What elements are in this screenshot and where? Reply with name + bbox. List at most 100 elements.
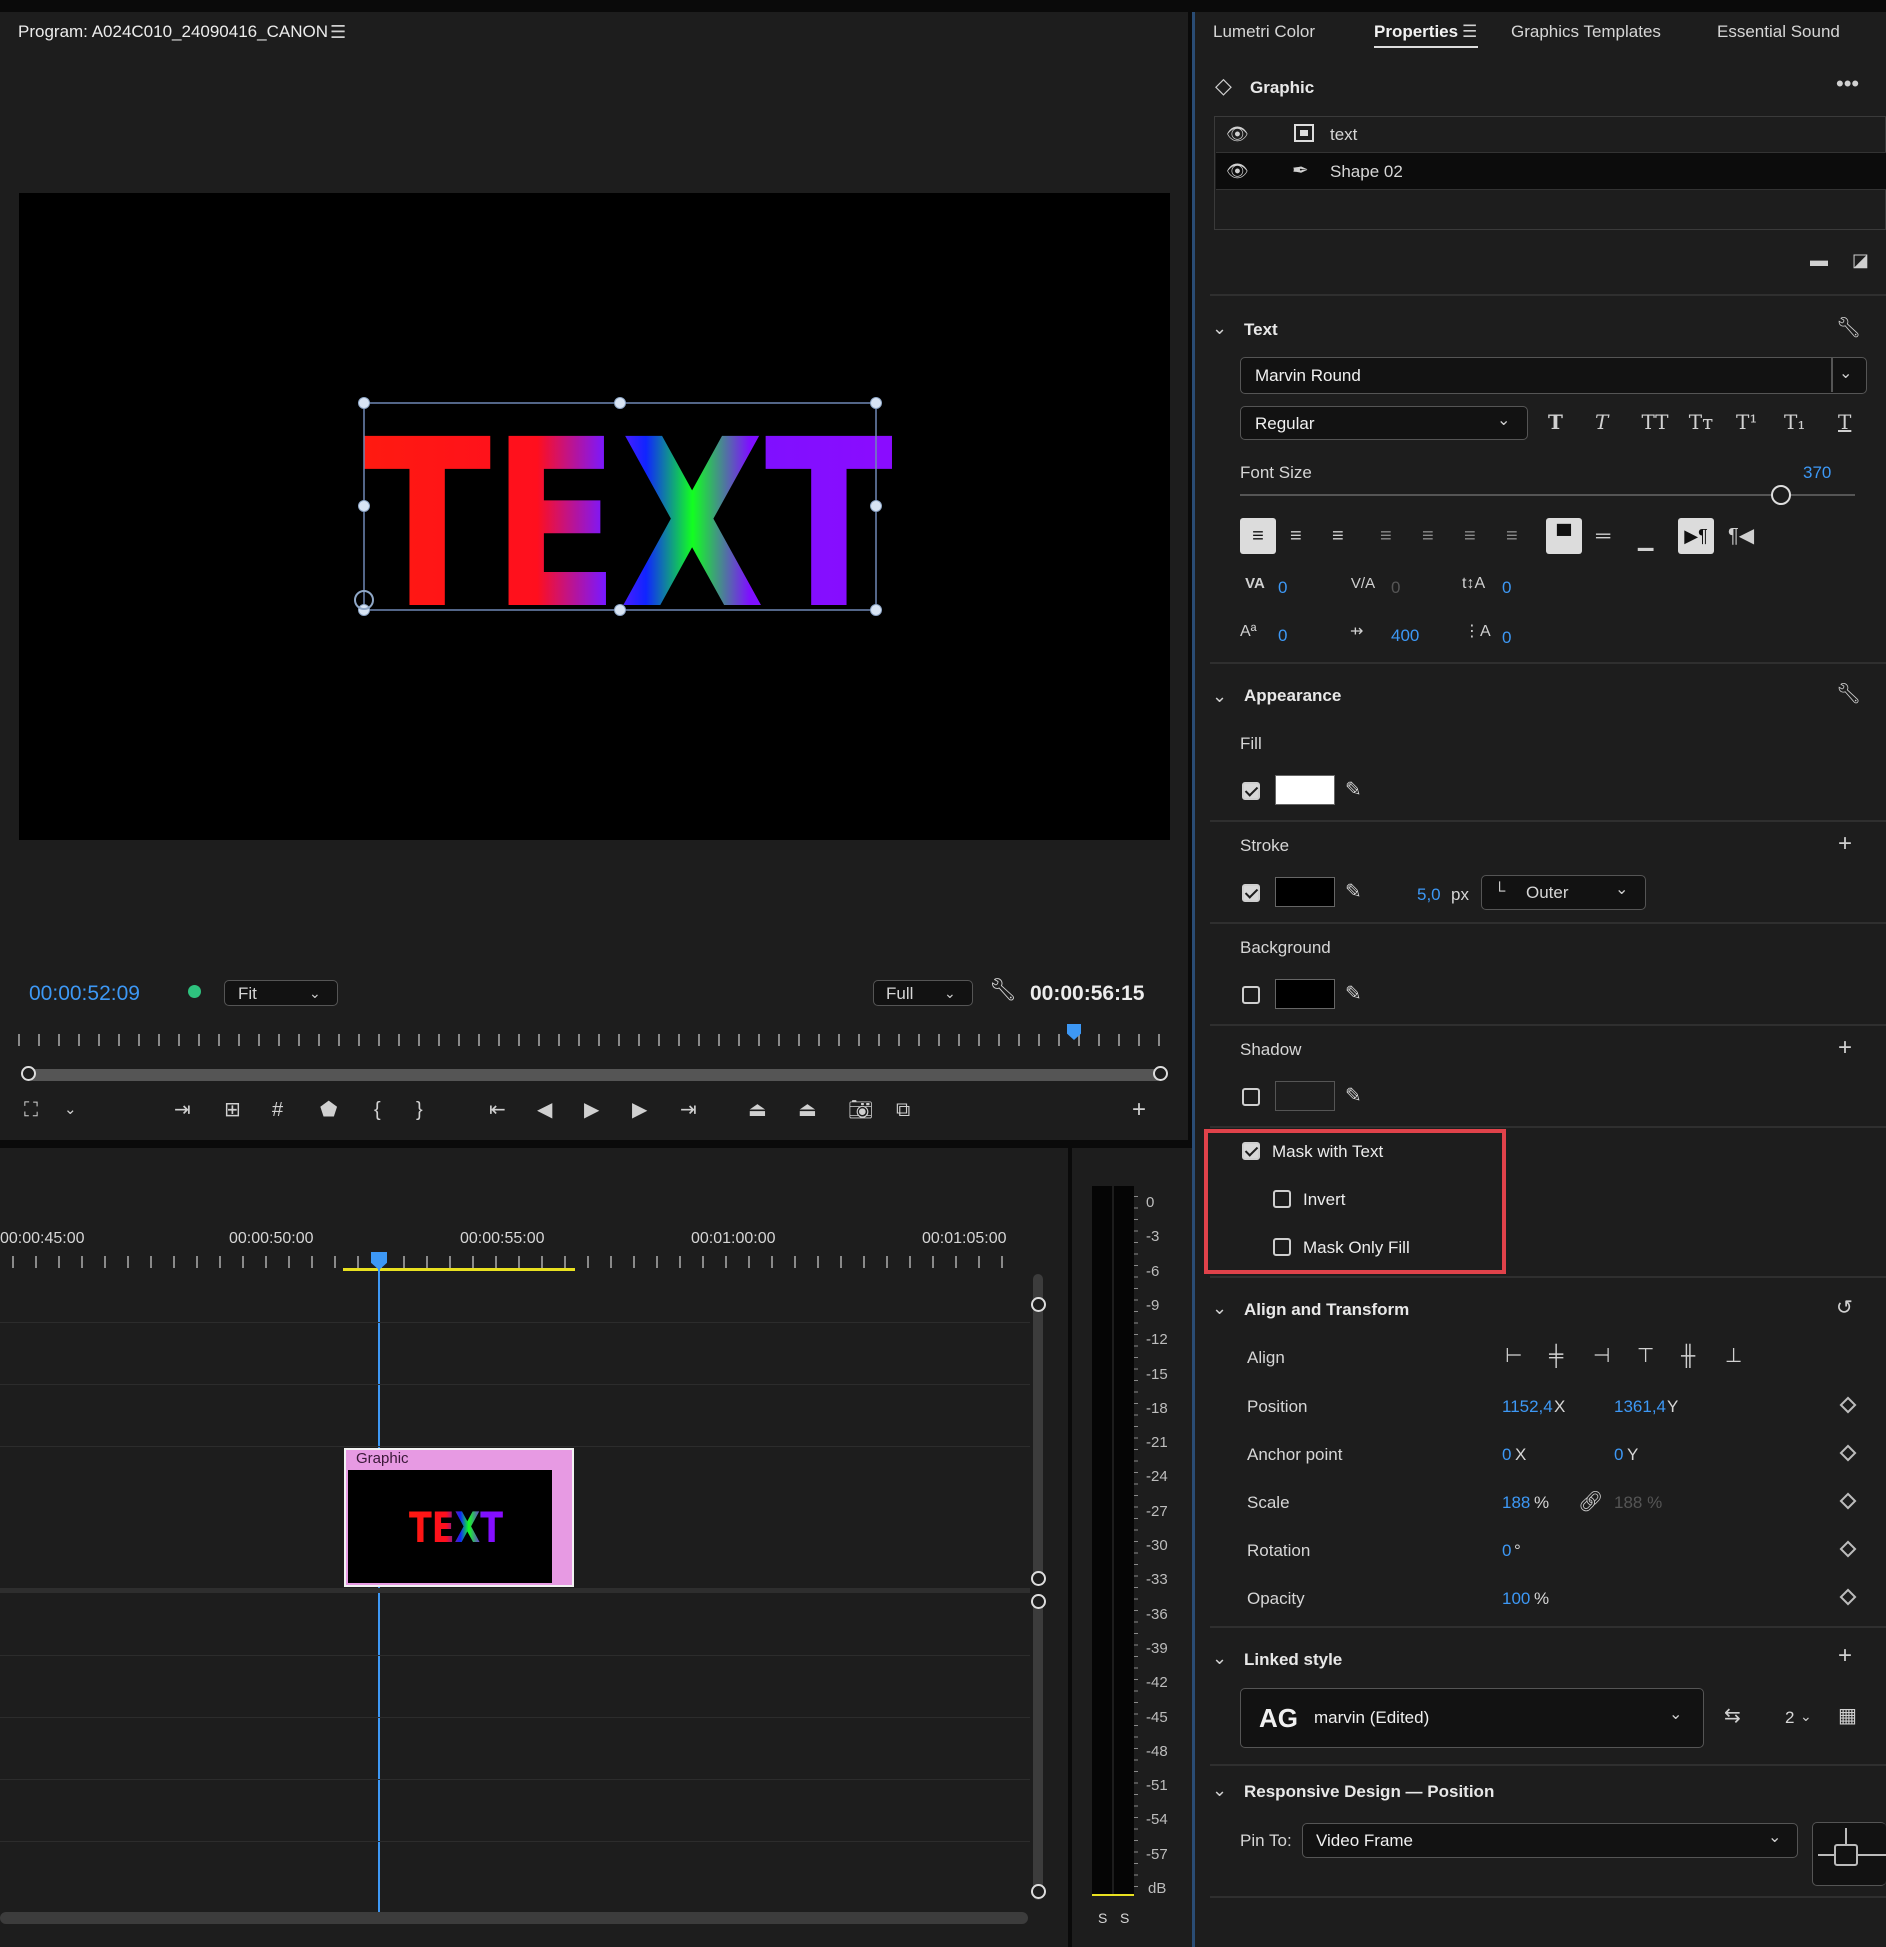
kerning-value[interactable]: 0 [1278, 578, 1287, 598]
video-tracks-scrollbar[interactable] [1033, 1274, 1043, 1584]
position-y-value[interactable]: 1361,4 [1614, 1397, 1666, 1417]
chevron-down-icon[interactable]: ⌄ [64, 1100, 77, 1120]
faux-bold-icon[interactable]: T [1548, 412, 1563, 432]
play-icon[interactable]: ▶ [584, 1100, 599, 1120]
export-frame-icon[interactable]: 📷︎ [848, 1100, 873, 1120]
scale-value[interactable]: 188 [1502, 1493, 1530, 1513]
shadow-color-swatch[interactable] [1275, 1081, 1335, 1111]
align-left-edges-icon[interactable]: ⊢ [1505, 1346, 1522, 1366]
justify-last-left-icon[interactable]: ≡ [1380, 526, 1392, 546]
rtl-direction-icon[interactable]: ¶◀ [1728, 526, 1754, 546]
align-bottom-edges-icon[interactable]: ⊥ [1725, 1346, 1742, 1366]
ltr-direction-button[interactable]: ▶¶ [1678, 518, 1714, 554]
go-to-in-icon[interactable]: ⇤ [489, 1100, 506, 1120]
step-back-icon[interactable]: ◀ [537, 1100, 552, 1120]
eyedropper-icon[interactable]: ✎ [1345, 780, 1362, 800]
chevron-down-icon[interactable]: ⌄ [1212, 1648, 1227, 1668]
tab-width-value[interactable]: 0 [1502, 628, 1511, 648]
tracking-value[interactable]: 0 [1391, 578, 1400, 598]
align-left-button[interactable]: ≡ [1240, 518, 1276, 554]
align-right-icon[interactable]: ≡ [1332, 526, 1344, 546]
opacity-value[interactable]: 100 [1502, 1589, 1530, 1609]
align-horizontal-centers-icon[interactable]: ╪ [1549, 1346, 1563, 1366]
add-style-icon[interactable]: + [1838, 1644, 1852, 1668]
transform-handle[interactable] [870, 604, 882, 616]
fill-color-swatch[interactable] [1275, 775, 1335, 805]
align-top-edges-icon[interactable]: ⊤ [1637, 1346, 1654, 1366]
add-marker-icon[interactable]: ⊞ [224, 1100, 241, 1120]
eye-icon[interactable]: 👁︎ [1226, 124, 1249, 144]
eyedropper-icon[interactable]: ✎ [1345, 882, 1362, 902]
transform-handle[interactable] [614, 604, 626, 616]
reset-icon[interactable]: ↺ [1836, 1298, 1853, 1318]
font-size-slider-track[interactable] [1240, 494, 1855, 496]
chevron-down-icon[interactable]: ⌄ [1212, 686, 1227, 706]
anchor-y-value[interactable]: 0 [1614, 1445, 1623, 1465]
scrollbar-handle-bottom[interactable] [1031, 1571, 1046, 1586]
transform-handle[interactable] [870, 500, 882, 512]
underline-icon[interactable]: T [1838, 412, 1851, 432]
layer-row-text[interactable]: 👁︎ text [1216, 118, 1886, 153]
program-monitor-title[interactable]: Program: A024C010_24090416_CANON [18, 22, 328, 42]
panel-menu-icon[interactable]: ☰ [330, 22, 346, 42]
transform-handle[interactable] [358, 397, 370, 409]
tab-essential-sound[interactable]: Essential Sound [1717, 22, 1840, 42]
leading-value[interactable]: 0 [1502, 578, 1511, 598]
shadow-checkbox[interactable] [1242, 1088, 1260, 1106]
panel-menu-icon[interactable]: ☰ [1462, 22, 1477, 42]
scrollbar-handle-bottom[interactable] [1031, 1884, 1046, 1899]
layer-row-shape[interactable]: 👁︎ ✒︎ Shape 02 [1216, 153, 1886, 190]
monitor-zoom-scrollbar[interactable] [27, 1069, 1162, 1081]
rotation-value[interactable]: 0 [1502, 1541, 1511, 1561]
anchor-x-value[interactable]: 0 [1502, 1445, 1511, 1465]
font-family-dropdown[interactable]: Marvin Round ⌄ [1240, 357, 1867, 394]
font-style-dropdown[interactable]: Regular ⌄ [1240, 406, 1528, 440]
marker-icon[interactable]: ⬟ [320, 1100, 337, 1120]
pin-to-dropdown[interactable]: Video Frame ⌄ [1302, 1823, 1798, 1858]
wrench-icon[interactable]: 🔧︎ [989, 979, 1017, 1001]
align-vertical-centers-icon[interactable]: ╫ [1681, 1346, 1695, 1366]
new-layer-icon[interactable]: ◪ [1852, 250, 1869, 270]
all-caps-icon[interactable]: TT [1640, 412, 1670, 432]
superscript-icon[interactable]: T¹ [1736, 412, 1757, 432]
safe-margins-icon[interactable]: ⛶ [24, 1100, 38, 1120]
transform-handle[interactable] [614, 397, 626, 409]
eye-icon[interactable]: 👁︎ [1226, 161, 1249, 181]
stroke-checkbox[interactable] [1242, 884, 1260, 902]
stroke-type-dropdown[interactable]: └ Outer ⌄ [1481, 875, 1646, 910]
timeline-horizontal-scrollbar[interactable] [0, 1912, 1028, 1924]
add-stroke-icon[interactable]: + [1838, 832, 1852, 856]
tab-properties[interactable]: Properties [1374, 22, 1458, 42]
position-x-value[interactable]: 1152,4 [1502, 1397, 1553, 1417]
solo-right-button[interactable]: S [1120, 1910, 1129, 1926]
anchor-point-icon[interactable] [354, 590, 374, 610]
graphic-clip[interactable]: Graphic TEXT [344, 1448, 574, 1587]
solo-left-button[interactable]: S [1098, 1910, 1107, 1926]
scrollbar-handle-right[interactable] [1153, 1066, 1168, 1081]
chevron-down-icon[interactable]: ⌄ [1212, 318, 1227, 338]
scrollbar-handle-top[interactable] [1031, 1594, 1046, 1609]
scrollbar-handle-left[interactable] [21, 1066, 36, 1081]
step-forward-icon[interactable]: ▶ [632, 1100, 647, 1120]
align-center-icon[interactable]: ≡ [1290, 526, 1302, 546]
transform-handle[interactable] [358, 500, 370, 512]
chevron-down-icon[interactable]: ⌄ [1212, 1780, 1227, 1800]
more-options-icon[interactable]: ••• [1836, 73, 1859, 95]
lift-icon[interactable]: ⏏ [748, 1100, 767, 1120]
transform-handle[interactable] [870, 397, 882, 409]
audio-tracks-scrollbar[interactable] [1033, 1596, 1043, 1900]
background-color-swatch[interactable] [1275, 979, 1335, 1009]
comparison-view-icon[interactable]: ⧉ [896, 1100, 910, 1120]
button-editor-add-icon[interactable]: + [1132, 1098, 1146, 1122]
timeline-ruler[interactable]: 00:00:45:00 00:00:50:00 00:00:55:00 00:0… [0, 1222, 1068, 1272]
grid-icon[interactable]: # [272, 1100, 283, 1120]
eyedropper-icon[interactable]: ✎ [1345, 1086, 1362, 1106]
linked-style-dropdown[interactable]: AG marvin (Edited) ⌄ [1240, 1688, 1704, 1748]
grid-view-icon[interactable]: ▦ [1838, 1706, 1857, 1726]
justify-last-right-icon[interactable]: ≡ [1464, 526, 1476, 546]
align-bottom-icon[interactable]: ▁ [1638, 530, 1653, 550]
align-middle-icon[interactable]: ═ [1596, 526, 1610, 546]
eyedropper-icon[interactable]: ✎ [1345, 984, 1362, 1004]
extract-icon[interactable]: ⏏ [798, 1100, 817, 1120]
playback-resolution-dropdown[interactable]: Full ⌄ [873, 980, 973, 1006]
